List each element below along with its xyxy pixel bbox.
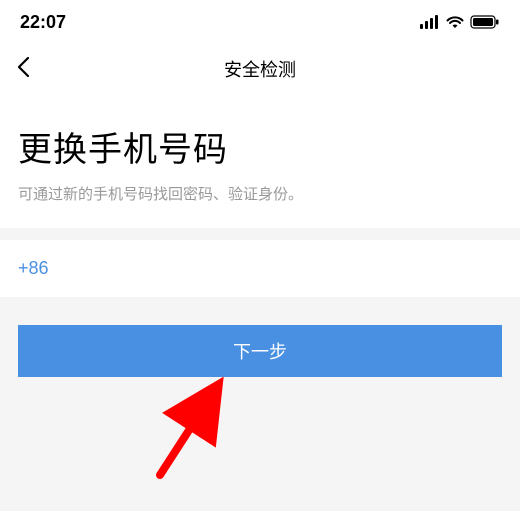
signal-icon <box>420 15 440 29</box>
button-container: 下一步 <box>0 325 520 377</box>
phone-input[interactable] <box>65 258 502 279</box>
divider <box>0 228 520 240</box>
page-subtitle: 可通过新的手机号码找回密码、验证身份。 <box>18 183 502 204</box>
next-button[interactable]: 下一步 <box>18 325 502 377</box>
wifi-icon <box>446 15 464 29</box>
arrow-annotation-icon <box>145 375 235 490</box>
status-icons <box>420 15 500 29</box>
page-title: 更换手机号码 <box>18 122 502 171</box>
nav-bar: 安全检测 <box>0 44 520 94</box>
phone-row: +86 <box>0 240 520 297</box>
back-button[interactable] <box>16 56 30 82</box>
battery-icon <box>470 15 500 29</box>
content-header: 更换手机号码 可通过新的手机号码找回密码、验证身份。 <box>0 94 520 228</box>
divider <box>0 297 520 325</box>
nav-title: 安全检测 <box>16 56 504 82</box>
status-time: 22:07 <box>20 12 66 33</box>
country-code[interactable]: +86 <box>18 258 49 279</box>
status-bar: 22:07 <box>0 0 520 44</box>
